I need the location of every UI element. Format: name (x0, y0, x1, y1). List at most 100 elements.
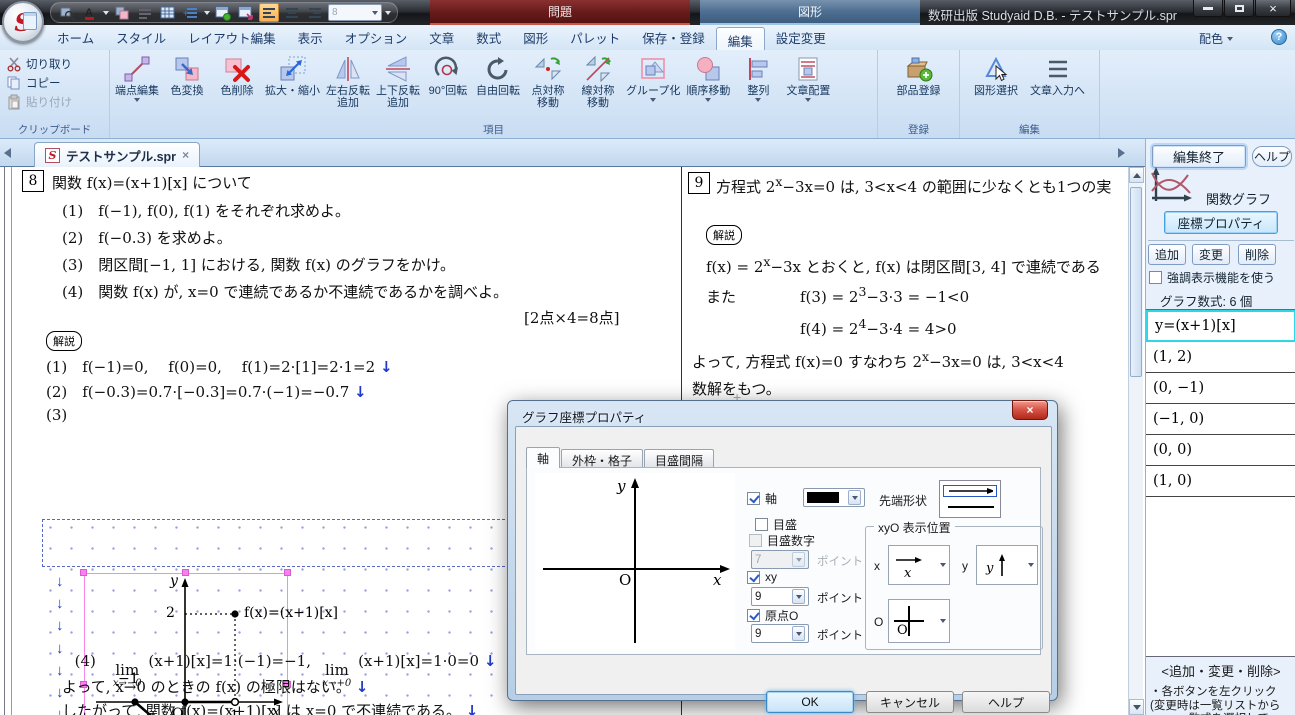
axis-color-dropdown[interactable] (803, 488, 865, 507)
formula-list-item[interactable]: (0, −1) (1146, 373, 1295, 404)
app-logo-icon[interactable]: S (2, 1, 44, 43)
flip-horizontal-button[interactable]: 左右反転 追加 (323, 52, 373, 111)
scroll-down-button[interactable] (1129, 699, 1144, 715)
dialog-help-button[interactable]: ヘルプ (962, 691, 1050, 713)
close-button[interactable]: × (1255, 0, 1291, 17)
origin-size-dropdown[interactable]: 9 (751, 624, 809, 643)
scrollbar-thumb[interactable] (1130, 187, 1142, 377)
text-layout-button[interactable]: 文章配置 (783, 52, 833, 103)
tip-shape-option-arrow[interactable] (943, 485, 997, 497)
o-position-dropdown[interactable]: O (888, 599, 950, 643)
table-icon[interactable] (158, 3, 178, 22)
free-rotate-button[interactable]: 自由回転 (473, 52, 523, 98)
document-tab[interactable]: S テストサンプル.spr × (34, 142, 200, 167)
dialog-cancel-button[interactable]: キャンセル (866, 691, 954, 713)
tab-options[interactable]: オプション (334, 24, 419, 51)
order-move-button[interactable]: 順序移動 (683, 52, 733, 103)
shape-select-button[interactable]: 図形選択 (971, 52, 1021, 98)
origin-checkbox[interactable] (747, 609, 760, 622)
dialog-close-button[interactable]: × (1012, 400, 1048, 420)
scale-button[interactable]: 拡大・縮小 (262, 52, 323, 98)
dialog-tab-scale-interval[interactable]: 目盛間隔 (644, 449, 714, 468)
formula-list-item[interactable]: (0, 0) (1146, 435, 1295, 466)
font-color-dropdown-icon[interactable] (103, 11, 109, 15)
xy-checkbox[interactable] (747, 571, 760, 584)
cut-button[interactable]: 切り取り (6, 56, 102, 72)
insert-row-dropdown-icon[interactable] (204, 11, 210, 15)
dialog-tab-frame-grid[interactable]: 外枠・格子 (561, 449, 643, 468)
coord-property-button[interactable]: 座標プロパティ (1164, 211, 1278, 234)
delete-button[interactable]: 削除 (1238, 244, 1276, 265)
register-part-button[interactable]: 部品登録 (894, 52, 944, 98)
document-tab-close-icon[interactable]: × (182, 148, 189, 162)
tab-formula[interactable]: 数式 (465, 24, 512, 51)
flip-vertical-button[interactable]: 上下反転 追加 (373, 52, 423, 111)
tab-edit[interactable]: 編集 (716, 27, 765, 50)
help-icon[interactable]: ? (1271, 29, 1287, 45)
dialog-tab-axis[interactable]: 軸 (526, 447, 560, 468)
scale-checkbox[interactable] (755, 518, 768, 531)
scale-number-size-dropdown[interactable]: 7 (751, 550, 809, 569)
endpoint-edit-button[interactable]: 端点編集 (112, 52, 162, 103)
tab-home[interactable]: ホーム (46, 24, 105, 51)
tab-text[interactable]: 文章 (418, 24, 465, 51)
tip-shape-option-plain[interactable] (943, 501, 997, 513)
formula-text: (1, 2) (1153, 349, 1192, 365)
tab-palette[interactable]: パレット (559, 24, 631, 51)
insert-row-icon[interactable]: + (181, 3, 201, 22)
selection-handle[interactable] (284, 569, 291, 576)
tab-scroll-right-icon[interactable] (1118, 148, 1125, 158)
window-run-icon[interactable] (213, 3, 233, 22)
minimize-button[interactable] (1193, 0, 1223, 17)
formula-list-item[interactable]: (1, 0) (1146, 466, 1295, 497)
copy-format-icon[interactable] (112, 3, 132, 22)
selection-handle[interactable] (182, 569, 189, 576)
tip-shape-selector[interactable] (939, 480, 1001, 518)
font-color-icon[interactable]: A (80, 3, 100, 22)
dialog-ok-button[interactable]: OK (766, 691, 854, 713)
tab-save-register[interactable]: 保存・登録 (631, 24, 716, 51)
add-button[interactable]: 追加 (1148, 244, 1186, 265)
scale-number-checkbox[interactable] (749, 534, 762, 547)
group-button[interactable]: グループ化 (623, 52, 683, 103)
qat-more-icon[interactable] (385, 11, 391, 15)
tab-scroll-left-icon[interactable] (4, 148, 11, 158)
align-button[interactable]: 整列 (733, 52, 783, 103)
rotate-90-button[interactable]: 90°回転 (423, 52, 473, 98)
color-delete-button[interactable]: 色削除 (212, 52, 262, 98)
window-export-icon[interactable] (236, 3, 256, 22)
point-symmetry-button[interactable]: 点対称 移動 (523, 52, 573, 111)
x-position-dropdown[interactable]: x (888, 545, 950, 585)
scroll-up-button[interactable] (1129, 167, 1144, 183)
font-size-combo[interactable]: 8 (328, 4, 382, 21)
ruby-text-icon[interactable] (135, 3, 155, 22)
document-scrollbar[interactable] (1128, 167, 1143, 715)
axis-checkbox[interactable] (747, 492, 760, 505)
tab-shape[interactable]: 図形 (512, 24, 559, 51)
formula-list-item[interactable]: y=(x+1)[x] (1146, 310, 1295, 342)
tab-style[interactable]: スタイル (105, 24, 177, 51)
color-convert-button[interactable]: 色変換 (162, 52, 212, 98)
align-right-icon[interactable] (305, 3, 325, 22)
y-position-dropdown[interactable]: y (976, 545, 1038, 585)
formula-list-item[interactable]: (1, 2) (1146, 342, 1295, 373)
align-center-icon[interactable] (282, 3, 302, 22)
to-text-input-button[interactable]: 文章入力へ (1027, 52, 1088, 98)
line-symmetry-button[interactable]: 線対称 移動 (573, 52, 623, 111)
tab-layout-edit[interactable]: レイアウト編集 (177, 24, 287, 51)
xy-size-dropdown[interactable]: 9 (751, 587, 809, 606)
selection-handle[interactable] (80, 569, 87, 576)
restore-button[interactable] (1224, 0, 1254, 17)
align-left-icon[interactable] (259, 3, 279, 22)
tab-settings-change[interactable]: 設定変更 (765, 24, 837, 51)
paste-button[interactable]: 貼り付け (6, 94, 102, 110)
concl2-text: したがって, 関数 f(x)=(x+1)[x] は x=0 で不連続である。 (62, 702, 466, 715)
formula-list-item[interactable]: (−1, 0) (1146, 404, 1295, 435)
tab-view[interactable]: 表示 (287, 24, 334, 51)
change-button[interactable]: 変更 (1192, 244, 1230, 265)
copy-button[interactable]: コピー (6, 75, 102, 91)
colorscheme-button[interactable]: 配色 (1199, 30, 1233, 47)
database-find-icon[interactable] (57, 3, 77, 22)
panel-help-button[interactable]: ヘルプ (1252, 146, 1292, 167)
highlight-checkbox[interactable] (1149, 271, 1162, 284)
